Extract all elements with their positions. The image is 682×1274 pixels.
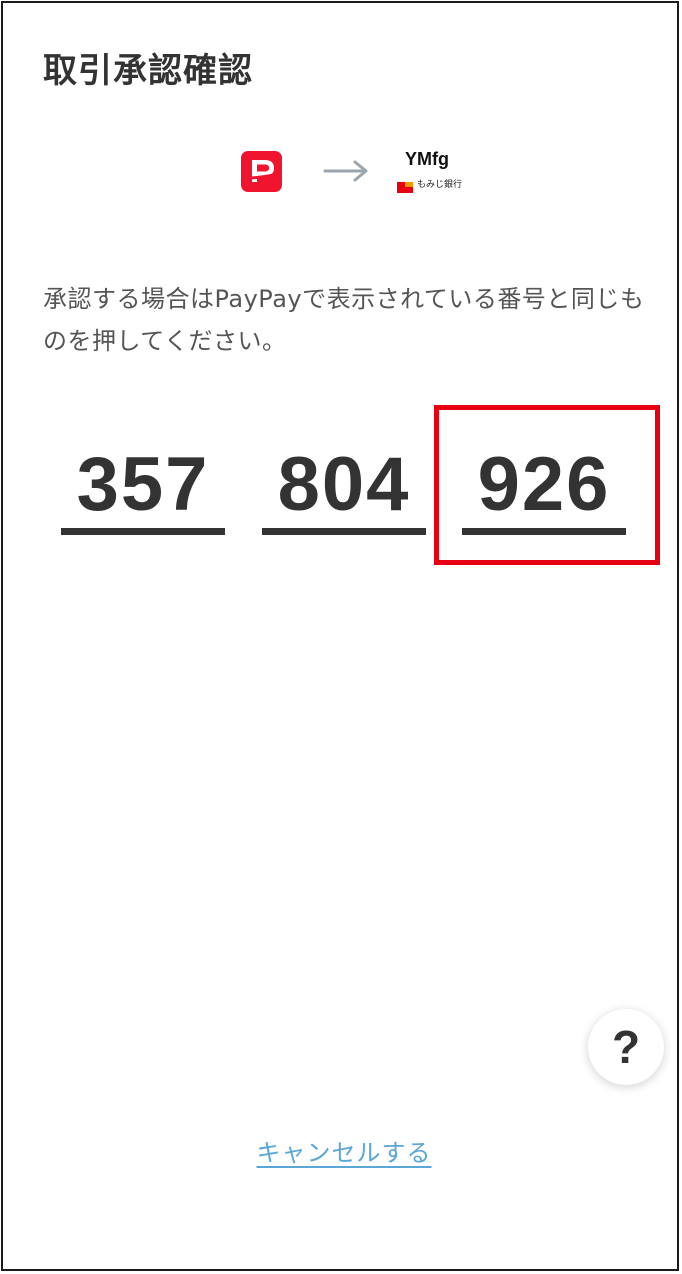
- instruction-text: 承認する場合はPayPayで表示されている番号と同じものを押してください。: [43, 285, 645, 355]
- page-title: 取引承認確認: [43, 51, 253, 91]
- bank-name: もみじ銀行: [417, 180, 463, 190]
- ymfg-logo: YMfg もみじ銀行: [397, 149, 467, 193]
- transfer-logos: YMfg もみじ銀行: [241, 149, 481, 193]
- cancel-link[interactable]: キャンセルする: [257, 1139, 432, 1167]
- ymfg-brand-text: YMfg: [405, 149, 449, 169]
- cancel-link-container: キャンセルする: [3, 1133, 682, 1168]
- paypay-logo-icon: [241, 151, 282, 192]
- number-choice-2[interactable]: 804: [262, 443, 426, 535]
- question-mark-icon: ?: [611, 1021, 641, 1073]
- selected-number-highlight: [434, 405, 660, 565]
- number-underline: [61, 528, 225, 535]
- number-underline: [262, 528, 426, 535]
- momiji-bank-mark-icon: [397, 178, 413, 193]
- number-choice-value: 804: [277, 442, 411, 527]
- number-choice-value: 357: [76, 442, 210, 527]
- arrow-right-icon: [323, 157, 369, 185]
- number-choice-1[interactable]: 357: [61, 443, 225, 535]
- help-button[interactable]: ?: [588, 1009, 664, 1085]
- screen-frame: 取引承認確認 YMfg もみじ銀行 承認する場合はPayPayで表示されている番…: [1, 1, 679, 1271]
